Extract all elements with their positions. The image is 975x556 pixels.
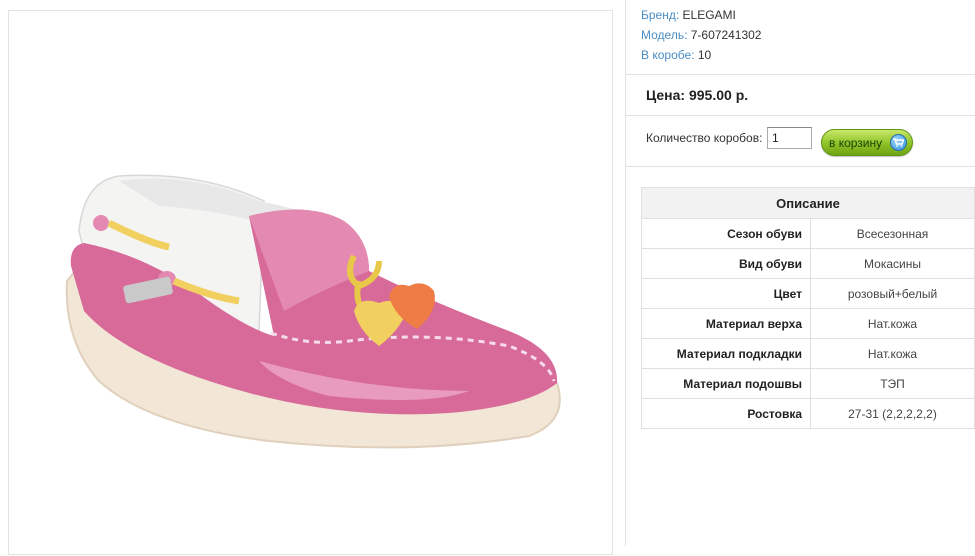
column-divider bbox=[625, 0, 626, 546]
attribute-name: Материал подошвы bbox=[641, 368, 811, 399]
table-row: Материал подкладки Нат.кожа bbox=[641, 338, 975, 369]
table-row: Вид обуви Мокасины bbox=[641, 248, 975, 279]
product-image[interactable] bbox=[9, 11, 614, 556]
quantity-input[interactable] bbox=[767, 127, 812, 149]
add-to-cart-button[interactable]: в корзину bbox=[821, 129, 913, 156]
box-qty-value: 10 bbox=[697, 48, 712, 62]
divider bbox=[626, 115, 975, 116]
attribute-name: Ростовка bbox=[641, 398, 811, 429]
brand-line: Бренд: ELEGAMI bbox=[641, 8, 736, 22]
brand-label[interactable]: Бренд: bbox=[641, 8, 679, 22]
table-row: Материал верха Нат.кожа bbox=[641, 308, 975, 339]
attribute-value: розовый+белый bbox=[810, 278, 975, 309]
quantity-label: Количество коробов: bbox=[646, 131, 763, 145]
box-qty-line: В коробе: 10 bbox=[641, 48, 711, 62]
model-line: Модель: 7-607241302 bbox=[641, 28, 761, 42]
table-row: Цвет розовый+белый bbox=[641, 278, 975, 309]
attribute-name: Материал верха bbox=[641, 308, 811, 339]
table-row: Сезон обуви Всесезонная bbox=[641, 218, 975, 249]
attribute-value: Мокасины bbox=[810, 248, 975, 279]
attribute-value: Нат.кожа bbox=[810, 338, 975, 369]
table-row: Ростовка 27-31 (2,2,2,2,2) bbox=[641, 398, 975, 429]
attribute-name: Цвет bbox=[641, 278, 811, 309]
cart-button-label: в корзину bbox=[829, 135, 883, 150]
attribute-value: 27-31 (2,2,2,2,2) bbox=[810, 398, 975, 429]
description-title: Описание bbox=[641, 187, 975, 219]
attribute-value: Всесезонная bbox=[810, 218, 975, 249]
brand-value: ELEGAMI bbox=[682, 8, 736, 22]
attribute-name: Материал подкладки bbox=[641, 338, 811, 369]
divider bbox=[626, 166, 975, 167]
table-row: Материал подошвы ТЭП bbox=[641, 368, 975, 399]
product-image-frame bbox=[8, 10, 613, 555]
model-value: 7-607241302 bbox=[690, 28, 762, 42]
cart-icon bbox=[890, 134, 907, 151]
price: Цена: 995.00 р. bbox=[646, 87, 749, 103]
divider bbox=[626, 74, 975, 75]
attribute-name: Сезон обуви bbox=[641, 218, 811, 249]
model-label[interactable]: Модель: bbox=[641, 28, 687, 42]
attribute-value: Нат.кожа bbox=[810, 308, 975, 339]
box-qty-label[interactable]: В коробе: bbox=[641, 48, 695, 62]
attribute-value: ТЭП bbox=[810, 368, 975, 399]
attribute-name: Вид обуви bbox=[641, 248, 811, 279]
description-table: Описание Сезон обуви Всесезонная Вид обу… bbox=[641, 187, 975, 429]
